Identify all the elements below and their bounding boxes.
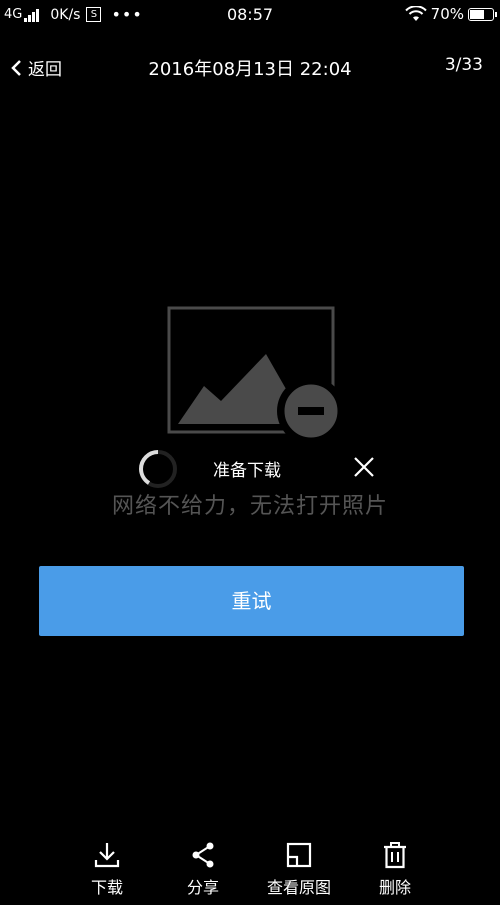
battery-fill	[470, 9, 484, 19]
share-icon	[192, 842, 214, 868]
nav-bar: 返回 2016年08月13日 22:04 3/33	[0, 48, 500, 88]
loading-text: 准备下载	[213, 461, 281, 481]
page-title: 2016年08月13日 22:04	[148, 59, 352, 80]
share-label: 分享	[186, 878, 219, 897]
error-message: 网络不给力，无法打开照片	[111, 494, 388, 519]
photo-viewer-screen: 4G 0K/s S ••• 08:57 70% 返回 2016年08月13日 2…	[0, 0, 500, 905]
download-icon	[94, 843, 120, 868]
download-button[interactable]: 下载	[62, 840, 152, 898]
delete-label: 删除	[378, 878, 411, 897]
trash-icon	[384, 842, 406, 869]
download-label: 下载	[90, 878, 123, 897]
battery-percent: 70%	[430, 5, 464, 23]
view-original-label: 查看原图	[266, 878, 331, 897]
share-button[interactable]: 分享	[158, 840, 248, 898]
original-image-icon	[286, 842, 312, 868]
loading-spinner-icon	[138, 450, 177, 488]
view-original-button[interactable]: 查看原图	[254, 840, 344, 898]
status-bar: 4G 0K/s S ••• 08:57 70%	[0, 0, 500, 30]
retry-button[interactable]: 重试	[39, 566, 464, 636]
broken-image-icon	[167, 306, 345, 445]
photo-counter: 3/33	[444, 55, 483, 75]
battery-icon	[468, 7, 497, 21]
wifi-icon	[404, 6, 427, 21]
delete-button[interactable]: 删除	[350, 840, 440, 898]
bottom-toolbar: 下载 分享 查看原图 删除	[0, 840, 500, 905]
download-status: 准备下载	[0, 446, 500, 490]
close-icon[interactable]	[352, 455, 376, 479]
status-right: 70%	[404, 5, 497, 23]
